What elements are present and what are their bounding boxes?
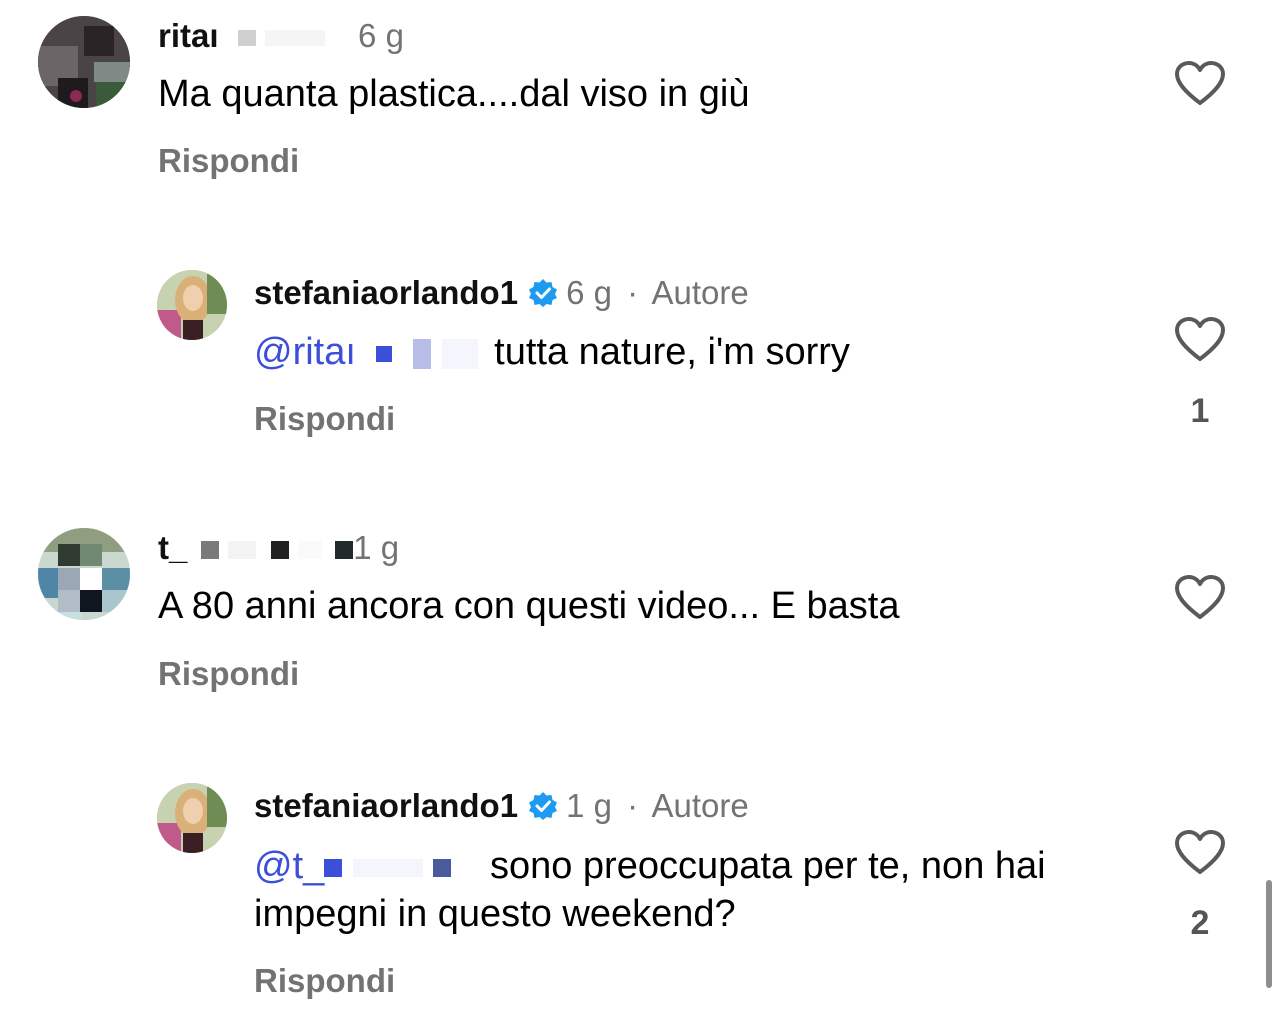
mention-link[interactable]: @ritaı bbox=[254, 331, 356, 373]
timestamp: 1 g bbox=[566, 787, 612, 824]
redacted-block bbox=[376, 345, 393, 362]
username[interactable]: ritaı bbox=[158, 17, 219, 54]
username[interactable]: t_ bbox=[158, 529, 187, 566]
redacted-block bbox=[200, 541, 219, 560]
redacted-block bbox=[441, 338, 478, 369]
verified-badge-icon bbox=[529, 279, 558, 308]
scrollbar[interactable] bbox=[1266, 880, 1272, 988]
heart-icon[interactable] bbox=[1174, 60, 1226, 106]
username[interactable]: stefaniaorlando1 bbox=[254, 274, 518, 311]
reply-button[interactable]: Rispondi bbox=[158, 142, 299, 180]
separator: · bbox=[627, 787, 639, 824]
timestamp: 6 g bbox=[358, 17, 404, 54]
redacted-block bbox=[324, 858, 343, 877]
redacted-block bbox=[264, 30, 325, 47]
redacted-block bbox=[335, 541, 354, 560]
redacted-block bbox=[270, 541, 289, 560]
comment-meta: t_ 1 g bbox=[158, 528, 399, 568]
like-count: 1 bbox=[1190, 392, 1210, 430]
reply-button[interactable]: Rispondi bbox=[254, 962, 395, 1000]
comment-text: @ritaı tutta nature, i'm sorry bbox=[254, 328, 1114, 376]
like-count: 2 bbox=[1190, 904, 1210, 942]
avatar[interactable] bbox=[38, 16, 130, 108]
redacted-block bbox=[433, 858, 452, 877]
comment-text: Ma quanta plastica....dal viso in giù bbox=[158, 73, 750, 115]
heart-icon[interactable] bbox=[1174, 574, 1226, 620]
separator: · bbox=[627, 274, 639, 311]
redacted-block bbox=[227, 541, 256, 560]
comment-meta: stefaniaorlando1 6 g · Autore bbox=[254, 273, 749, 313]
comment-body: tutta nature, i'm sorry bbox=[494, 331, 850, 373]
timestamp: 6 g bbox=[566, 274, 612, 311]
reply-button[interactable]: Rispondi bbox=[158, 655, 299, 693]
redacted-block bbox=[352, 858, 423, 877]
timestamp: 1 g bbox=[353, 529, 400, 566]
verified-badge-icon bbox=[529, 792, 558, 821]
author-label: Autore bbox=[651, 787, 749, 824]
redacted-block bbox=[237, 30, 256, 47]
reply-button[interactable]: Rispondi bbox=[254, 400, 395, 438]
author-label: Autore bbox=[651, 274, 749, 311]
mention-link[interactable]: @t_ bbox=[254, 845, 324, 887]
redacted-block bbox=[298, 541, 323, 560]
username[interactable]: stefaniaorlando1 bbox=[254, 787, 518, 824]
redacted-block bbox=[413, 338, 432, 369]
comment-meta: ritaı 6 g bbox=[158, 16, 404, 56]
avatar[interactable] bbox=[38, 528, 130, 620]
avatar[interactable] bbox=[157, 783, 227, 853]
avatar[interactable] bbox=[157, 270, 227, 340]
heart-icon[interactable] bbox=[1174, 316, 1226, 362]
comment-text: @t_ sono preoccupata per te, non hai imp… bbox=[254, 842, 1114, 938]
heart-icon[interactable] bbox=[1174, 829, 1226, 875]
comment-meta: stefaniaorlando1 1 g · Autore bbox=[254, 786, 749, 826]
comment-text: A 80 anni ancora con questi video... E b… bbox=[158, 585, 900, 627]
